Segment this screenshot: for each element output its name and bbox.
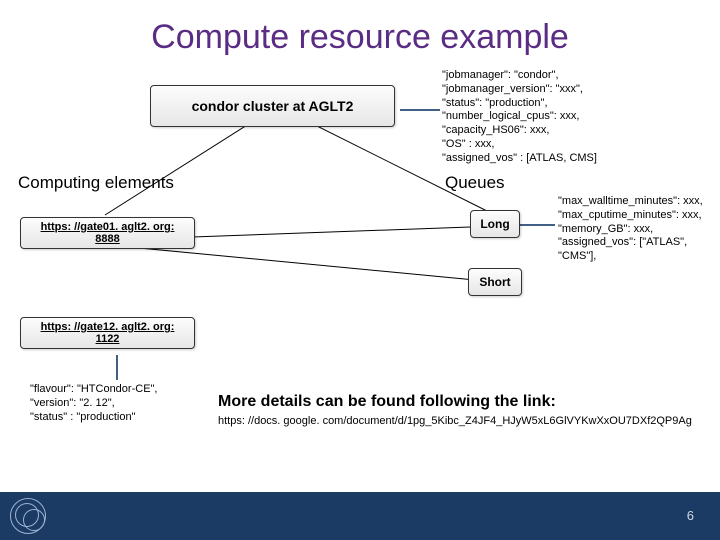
section-computing-elements: Computing elements (18, 173, 174, 193)
diagram-canvas: condor cluster at AGLT2 "jobmanager": "c… (0, 65, 720, 495)
ce-props: "flavour": "HTCondor-CE", "version": "2.… (30, 383, 210, 424)
footer-bar: 6 (0, 492, 720, 540)
queue-short: Short (468, 268, 522, 296)
queue-long: Long (470, 210, 520, 238)
slide-title: Compute resource example (0, 0, 720, 65)
page-number: 6 (687, 508, 694, 523)
cluster-props: "jobmanager": "condor", "jobmanager_vers… (442, 69, 702, 165)
ce-gate01[interactable]: https: //gate01. aglt2. org: 8888 (20, 217, 195, 249)
more-details-text: More details can be found following the … (218, 393, 556, 411)
section-queues: Queues (445, 173, 505, 193)
cluster-box: condor cluster at AGLT2 (150, 85, 395, 127)
ce-gate12[interactable]: https: //gate12. aglt2. org: 1122 (20, 317, 195, 349)
docs-link[interactable]: https: //docs. google. com/document/d/1p… (218, 415, 708, 427)
queue-long-props: "max_walltime_minutes": xxx, "max_cputim… (558, 195, 720, 264)
cern-logo-icon (10, 498, 46, 534)
